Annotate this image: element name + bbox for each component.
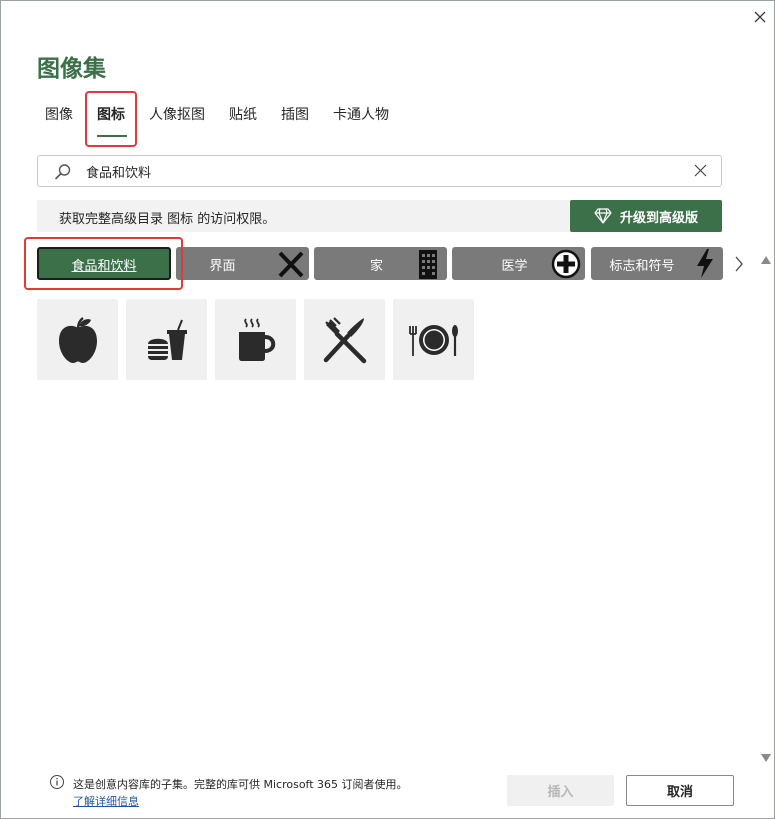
tab-cartoon-people[interactable]: 卡通人物 (333, 101, 389, 129)
medical-plus-icon (551, 249, 581, 279)
building-icon (419, 250, 437, 279)
diamond-icon (594, 208, 612, 224)
category-medicine[interactable]: 医学 (452, 247, 585, 280)
dialog-title: 图像集 (37, 56, 106, 82)
search-input[interactable] (86, 159, 676, 183)
category-label: 食品和饮料 (71, 259, 137, 274)
tab-cutout-people[interactable]: 人像抠图 (149, 101, 205, 129)
close-icon (754, 11, 766, 23)
fork-knife-icon (323, 316, 366, 363)
premium-banner: 获取完整高级目录 图标 的访问权限。 升级到高级版 (37, 200, 722, 232)
icon-tile[interactable] (304, 299, 385, 380)
search-icon (55, 164, 71, 180)
triangle-up-icon (761, 256, 771, 264)
upgrade-button[interactable]: 升级到高级版 (570, 200, 722, 232)
x-icon (278, 251, 304, 278)
category-signs-and-symbols[interactable]: 标志和符号 (591, 247, 723, 280)
tab-stickers[interactable]: 贴纸 (229, 101, 257, 129)
category-home[interactable]: 家 (314, 247, 447, 280)
triangle-down-icon (761, 754, 771, 762)
apple-icon (58, 316, 97, 363)
premium-banner-text: 获取完整高级目录 图标 的访问权限。 (59, 212, 276, 227)
lightning-icon (697, 249, 713, 278)
icon-tile[interactable] (215, 299, 296, 380)
category-food-and-drink[interactable]: 食品和饮料 (37, 247, 171, 280)
category-interface[interactable]: 界面 (176, 247, 309, 280)
footer-info-text: 这是创意内容库的子集。完整的库可供 Microsoft 365 订阅者使用。 (73, 778, 408, 791)
category-strip: 食品和饮料 界面 家 医学 标志和符号 (37, 247, 727, 281)
info-icon (50, 775, 64, 789)
chevron-right-icon (735, 256, 743, 272)
scroll-down-button[interactable] (761, 747, 771, 766)
close-button[interactable] (749, 6, 771, 28)
search-box (37, 155, 722, 187)
category-label: 界面 (209, 259, 236, 274)
scroll-up-button[interactable] (761, 249, 771, 268)
plate-cutlery-icon (408, 324, 458, 356)
tab-icons[interactable]: 图标 (97, 101, 125, 129)
tab-illustrations[interactable]: 插图 (281, 101, 309, 129)
category-label: 标志和符号 (609, 259, 675, 274)
icon-tile[interactable] (126, 299, 207, 380)
tab-images[interactable]: 图像 (45, 101, 73, 129)
insert-button[interactable]: 插入 (507, 775, 614, 806)
clear-icon[interactable] (694, 164, 707, 177)
fast-food-icon (147, 319, 187, 360)
upgrade-button-label: 升级到高级版 (619, 210, 698, 226)
active-tab-indicator (97, 135, 127, 137)
category-next-button[interactable] (734, 255, 744, 277)
cancel-button[interactable]: 取消 (626, 775, 734, 806)
icon-tile[interactable] (393, 299, 474, 380)
coffee-cup-icon (238, 317, 275, 361)
icon-tile[interactable] (37, 299, 118, 380)
icons-dialog: 图像集 图像 图标 人像抠图 贴纸 插图 卡通人物 获取完整高级目录 图标 的访… (0, 0, 775, 819)
learn-more-link[interactable]: 了解详细信息 (73, 793, 139, 809)
